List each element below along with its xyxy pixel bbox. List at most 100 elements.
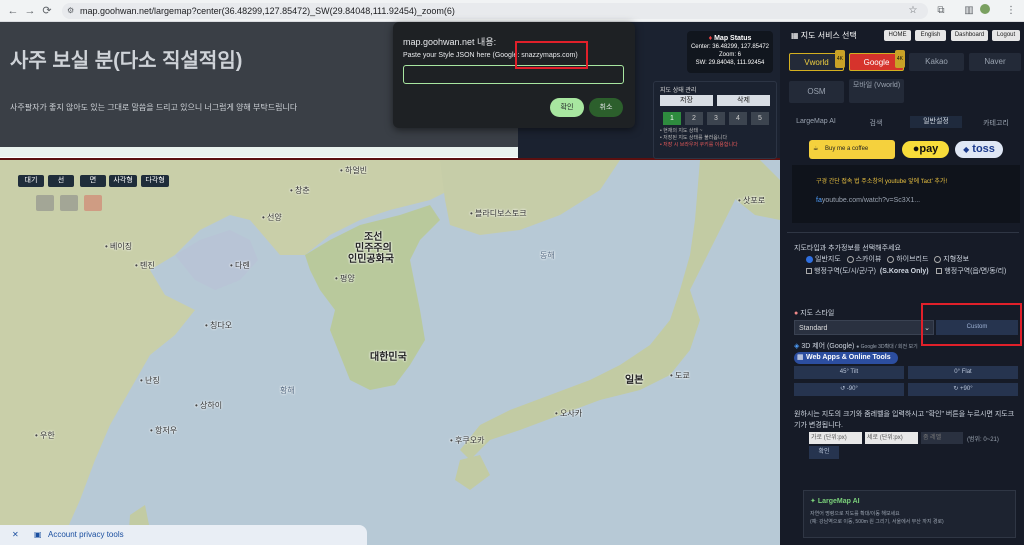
web-apps-button[interactable]: ▦ Web Apps & Online Tools	[794, 352, 898, 364]
style-json-input[interactable]	[403, 65, 624, 84]
service-osm[interactable]: OSM	[789, 81, 844, 103]
check-admin-district[interactable]	[806, 268, 812, 275]
label-yellow-sea: 황해	[280, 386, 295, 395]
label-nanjing: 난징	[140, 375, 160, 386]
close-icon[interactable]: ✕	[12, 525, 19, 545]
english-button[interactable]: English	[915, 30, 946, 41]
status-note-1: • 현재의 지도 상태 ~	[660, 128, 703, 134]
grid-icon: ▦	[797, 354, 804, 361]
width-input[interactable]: 가로 (단위:px)	[809, 432, 862, 444]
ai-line-2: (예: 강남역으로 이동, 500m 원 그리기, 서울에서 부산 까지 경로)	[810, 519, 944, 525]
map-control-1[interactable]	[36, 195, 54, 211]
radio-skyview[interactable]	[846, 255, 854, 263]
service-naver[interactable]: Naver	[969, 53, 1021, 71]
forward-icon[interactable]: →	[23, 4, 37, 18]
map-control-3[interactable]	[84, 195, 102, 211]
status-note-2: • 저장된 지도 상태를 불러옵니다	[660, 135, 728, 141]
status-note-3: • 저장 시 브라우저 쿠키를 이용합니다	[660, 142, 738, 148]
slot-1-button[interactable]: 1	[663, 112, 681, 125]
tip-text: 구경 간단 접속 법 주소창의 youtube 앞에 'fact' 추가!	[816, 179, 948, 185]
size-description-2: 기가 변경됩니다.	[794, 422, 843, 429]
zoom-range-hint: (범위: 0~21)	[967, 437, 999, 443]
height-input[interactable]: 세로 (단위:px)	[865, 432, 918, 444]
label-beijing: 베이징	[105, 241, 132, 252]
radio-terrain[interactable]	[934, 255, 942, 263]
label-shenyang: 선양	[262, 212, 282, 223]
extensions-icon[interactable]: ⧉	[934, 4, 948, 18]
radio-normal-map[interactable]	[806, 255, 813, 263]
service-google[interactable]: Google 4K	[849, 50, 905, 71]
dialog-cancel-button[interactable]: 취소	[589, 98, 623, 117]
confirm-size-button[interactable]: 확인	[809, 446, 839, 459]
check-admin-town[interactable]	[936, 268, 943, 275]
profile-avatar[interactable]	[978, 4, 992, 18]
reading-mode-icon[interactable]: ▥	[962, 4, 976, 18]
label-vladivostok: 블라디보스토크	[470, 208, 527, 219]
map-style-select[interactable]: Standard ⌄	[794, 320, 934, 335]
bookmark-star-icon[interactable]: ☆	[906, 4, 920, 18]
slot-3-button[interactable]: 3	[707, 112, 725, 125]
slot-5-button[interactable]: 5	[751, 112, 769, 125]
label-pyongyang: 평양	[335, 273, 355, 284]
flat-0-button[interactable]: 0° Flat	[908, 366, 1018, 379]
map-icon: ▦	[791, 31, 799, 40]
rotate-right-button[interactable]: ↻ +90°	[908, 383, 1018, 396]
zoom-level-input[interactable]: 줌 레벨	[921, 432, 963, 444]
map-style-label: ● 지도 스타일	[794, 310, 835, 317]
label-dalian: 다롄	[230, 260, 250, 271]
banner-title: 사주 보실 분(다소 직설적임)	[10, 50, 243, 72]
map-tool-rectangle[interactable]: 사각형	[109, 175, 137, 187]
menu-dots-icon[interactable]: ⋮	[1004, 4, 1018, 18]
ai-line-1: 자연어 명령으로 지도를 확대/이동 해보세요	[810, 511, 900, 517]
style-json-dialog: map.goohwan.net 내용: Paste your Style JSO…	[393, 22, 635, 128]
map-control-2[interactable]	[60, 195, 78, 211]
label-east-sea: 동해	[540, 251, 555, 260]
radio-hybrid[interactable]	[887, 255, 895, 263]
privacy-bar: ✕ ▣ Account privacy tools	[0, 525, 367, 545]
toss-button[interactable]: ◆ toss	[955, 141, 1003, 158]
tab-general-settings[interactable]: 일반설정	[910, 116, 962, 128]
reload-icon[interactable]: ⟳	[40, 4, 54, 18]
banner-footer	[0, 147, 518, 157]
vworld-4k-badge: 4K	[834, 50, 845, 68]
pin-icon: ♦	[708, 35, 713, 42]
back-icon[interactable]: ←	[6, 4, 20, 18]
home-button[interactable]: HOME	[884, 30, 911, 41]
map-tool-line[interactable]: 선	[48, 175, 74, 187]
buy-coffee-button[interactable]: ☕ Buy me a coffee	[809, 140, 895, 159]
dashboard-button[interactable]: Dashboard	[951, 30, 988, 41]
map-status-panel: ♦ Map Status Center: 36.48299, 127.85472…	[687, 31, 773, 73]
label-wuhan: 우한	[35, 430, 55, 441]
tilt-45-button[interactable]: 45° Tilt	[794, 366, 904, 379]
map-tool-polygon[interactable]: 다각형	[141, 175, 169, 187]
sparkle-icon: ✦	[810, 498, 816, 505]
kakaopay-button[interactable]: ●pay	[902, 141, 949, 158]
address-bar[interactable]: ⚙ map.goohwan.net/largemap?center(36.482…	[62, 3, 928, 19]
map-tool-area[interactable]: 면	[80, 175, 106, 187]
label-sapporo: 삿포로	[738, 195, 765, 206]
label-harbin: 하얼빈	[340, 165, 367, 176]
privacy-shield-icon: ▣	[34, 530, 42, 539]
kyushu-land	[455, 455, 490, 490]
russia-land	[440, 160, 620, 235]
map-canvas[interactable]: 조선 민주주의 인민공화국 평양 대한민국 일본 베이징 톈진 선양 다롄 칭다…	[0, 160, 780, 545]
service-vworld[interactable]: Vworld 4K	[789, 50, 845, 71]
tab-largemap-ai[interactable]: LargeMap AI	[790, 118, 842, 125]
site-info-icon[interactable]: ⚙	[67, 3, 74, 19]
privacy-label[interactable]: Account privacy tools	[48, 525, 124, 545]
tab-search[interactable]: 검색	[850, 118, 902, 128]
tab-category[interactable]: 카테고리	[970, 118, 1022, 128]
slot-4-button[interactable]: 4	[729, 112, 747, 125]
delete-state-button[interactable]: 삭제	[717, 95, 770, 106]
label-tokyo: 도쿄	[670, 370, 690, 381]
dialog-ok-button[interactable]: 확인	[550, 98, 584, 117]
service-kakao[interactable]: Kakao	[909, 53, 964, 71]
logout-button[interactable]: Logout	[992, 30, 1020, 41]
map-tool-wait[interactable]: 대기	[18, 175, 44, 187]
service-mobile-vworld[interactable]: 모바일 (Vworld)	[849, 79, 904, 103]
slot-2-button[interactable]: 2	[685, 112, 703, 125]
ai-title: ✦ LargeMap AI	[810, 498, 860, 505]
browser-toolbar: ← → ⟳ ⚙ map.goohwan.net/largemap?center(…	[0, 0, 1024, 22]
save-state-button[interactable]: 저장	[660, 95, 713, 106]
rotate-left-button[interactable]: ↺ -90°	[794, 383, 904, 396]
